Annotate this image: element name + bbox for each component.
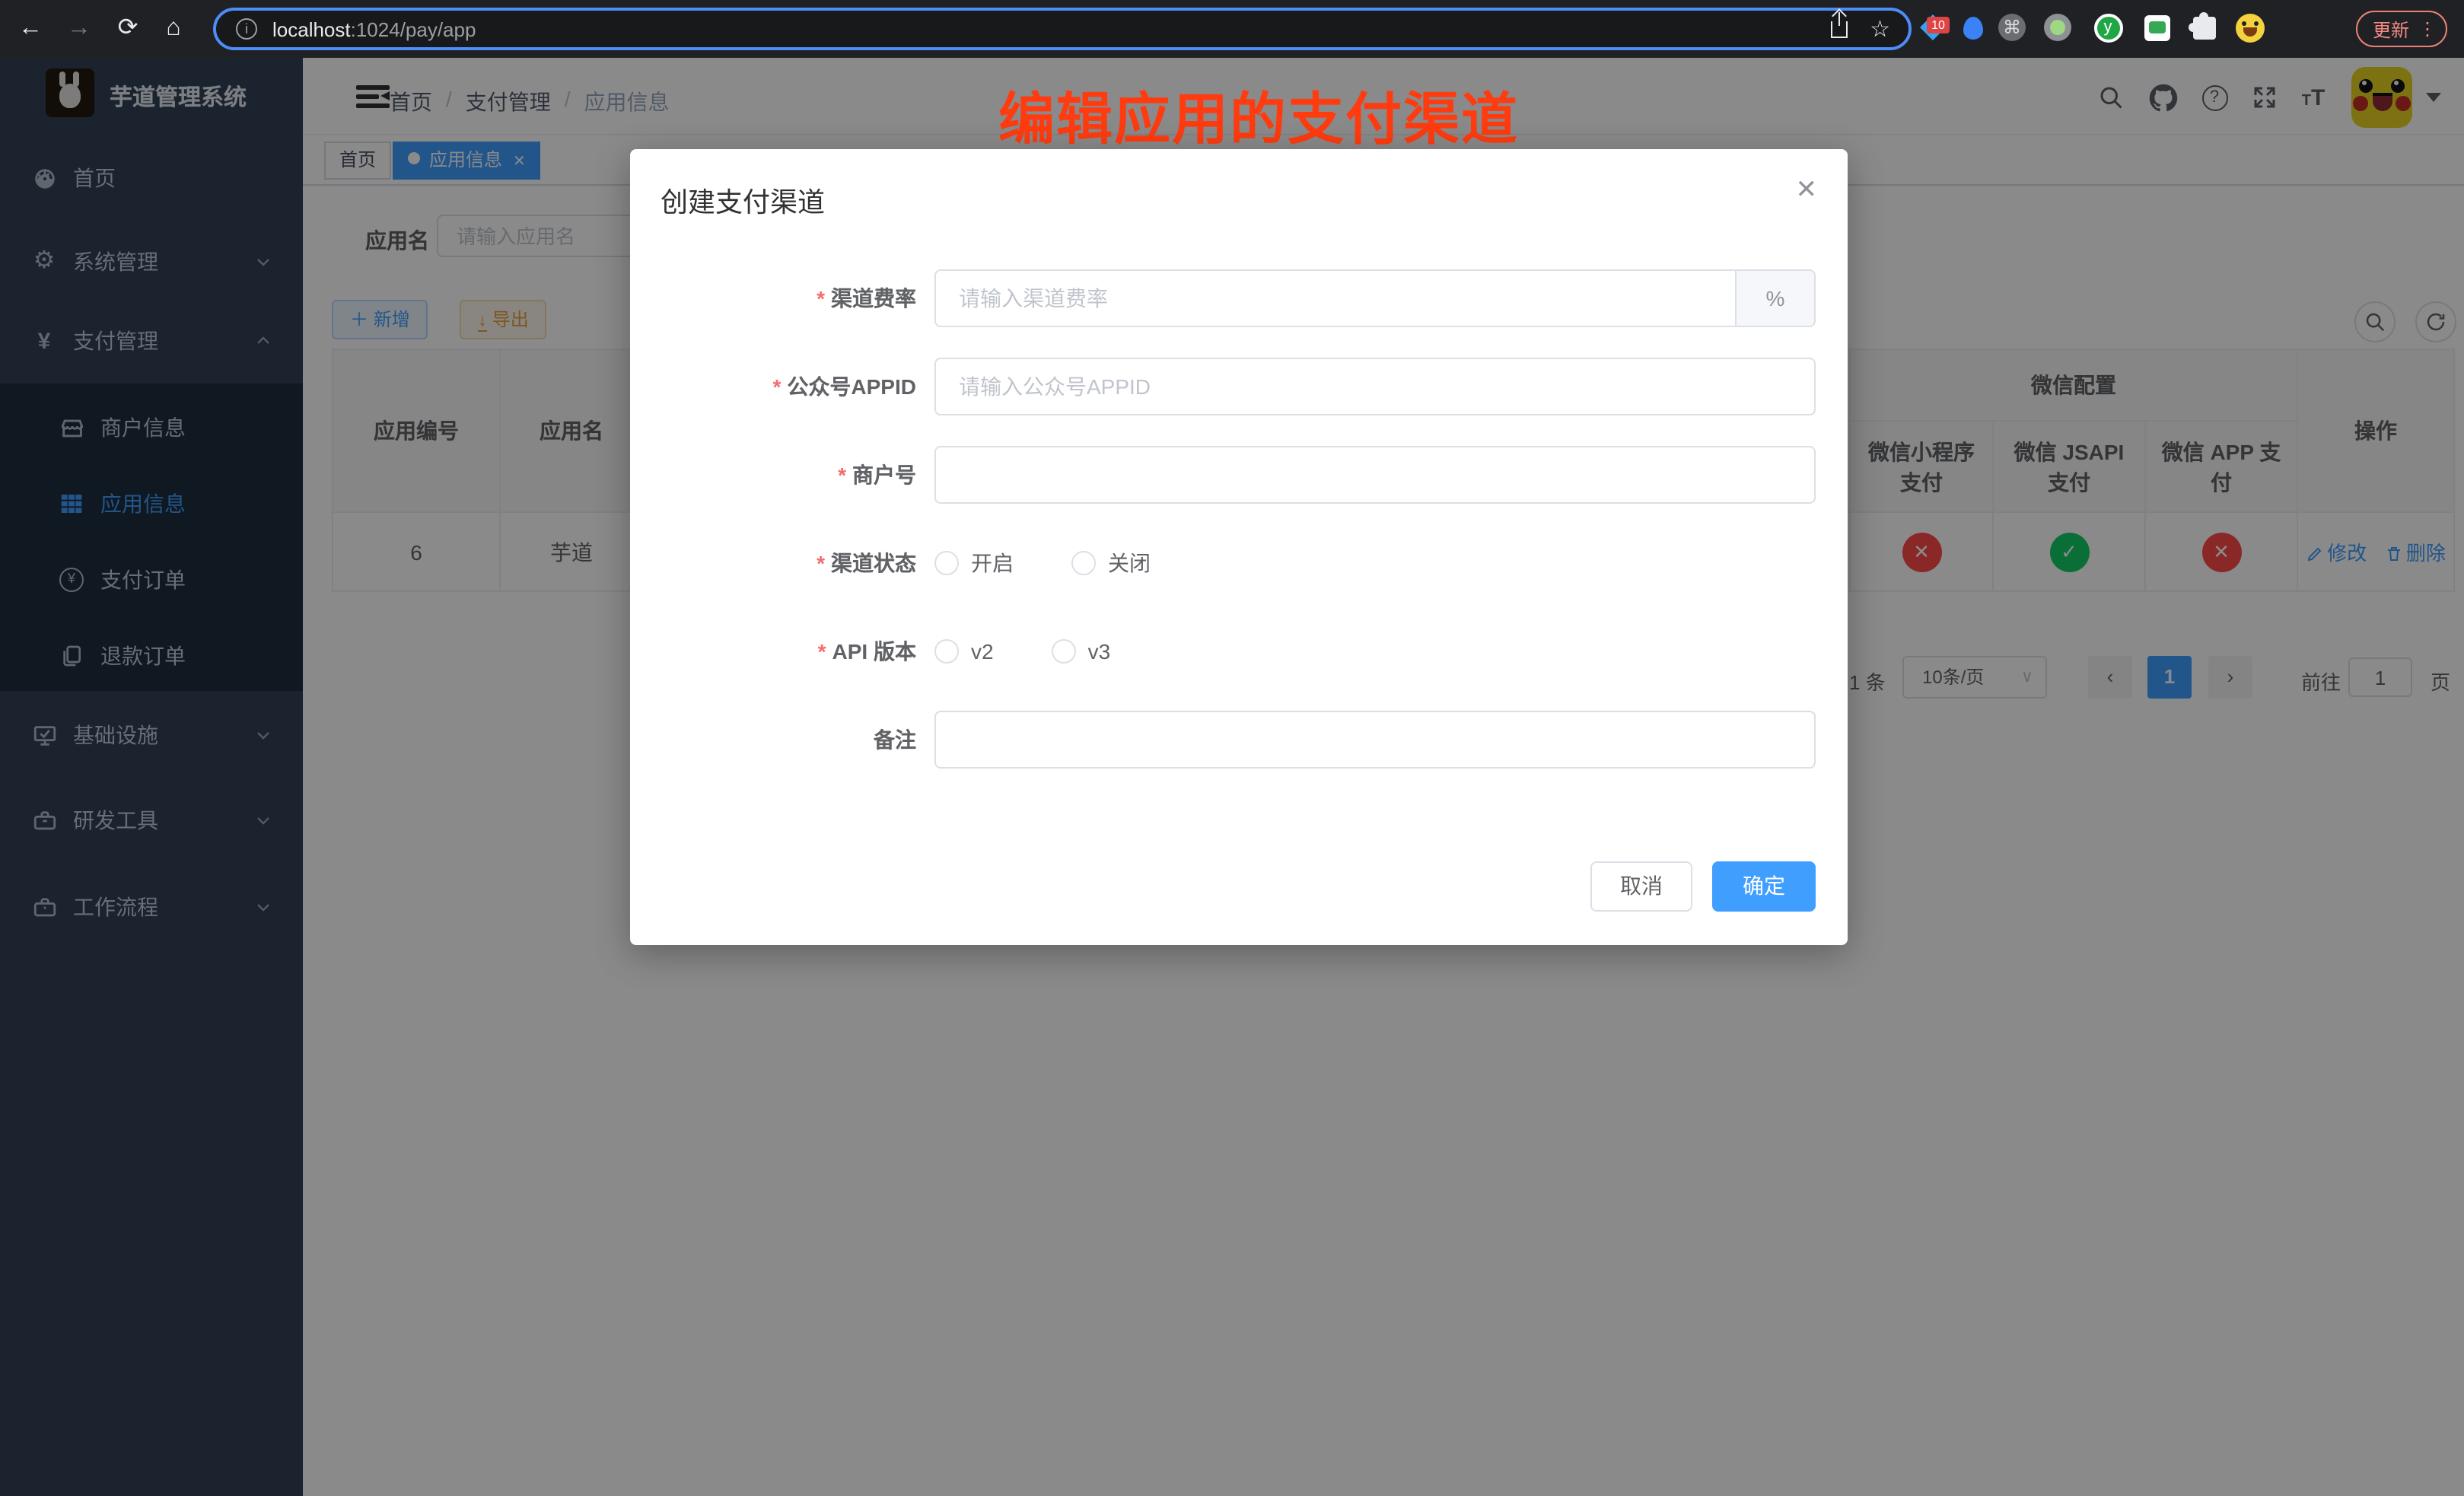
radio-v2[interactable] — [934, 639, 959, 664]
extension-command-icon[interactable]: ⌘ — [1997, 14, 2027, 44]
home-icon[interactable]: ⌂ — [158, 14, 189, 44]
radio-v3-label[interactable]: v3 — [1088, 639, 1111, 664]
extension-y-icon[interactable]: y — [2093, 14, 2123, 44]
rate-label: *渠道费率 — [630, 269, 934, 327]
required-asterisk: * — [838, 463, 846, 487]
appid-label: *公众号APPID — [630, 358, 934, 415]
share-icon[interactable] — [1831, 21, 1848, 38]
merchant-input[interactable] — [934, 446, 1816, 504]
extension-balloon-icon[interactable] — [1957, 14, 1988, 44]
bookmark-star-icon[interactable]: ☆ — [1870, 15, 1890, 43]
confirm-button[interactable]: 确定 — [1712, 861, 1816, 912]
dialog-title: 创建支付渠道 — [661, 181, 825, 221]
radio-closed-label[interactable]: 关闭 — [1108, 548, 1151, 578]
radio-v2-label[interactable]: v2 — [971, 639, 994, 664]
required-asterisk: * — [773, 374, 782, 399]
remark-label: 备注 — [630, 711, 934, 769]
required-asterisk: * — [818, 639, 826, 664]
merchant-label: *商户号 — [630, 446, 934, 504]
close-icon[interactable]: ✕ — [1796, 175, 1818, 205]
required-asterisk: * — [817, 551, 825, 575]
extension-chat-icon[interactable] — [2141, 14, 2172, 44]
reload-icon[interactable]: ⟳ — [113, 14, 143, 44]
page-root: ← → ⟳ ⌂ i localhost:1024/pay/app ☆ 10 ⌘ … — [0, 0, 2464, 1496]
site-info-icon[interactable]: i — [236, 18, 257, 40]
api-version-label: *API 版本 — [630, 622, 934, 680]
rate-input[interactable] — [934, 269, 1737, 327]
update-label: 更新 — [2373, 16, 2409, 42]
radio-open-label[interactable]: 开启 — [971, 548, 1014, 578]
forward-icon[interactable]: → — [64, 14, 94, 44]
percent-suffix: % — [1737, 269, 1816, 327]
remark-input[interactable] — [934, 711, 1816, 769]
status-label: *渠道状态 — [630, 534, 934, 592]
address-bar[interactable]: i localhost:1024/pay/app ☆ — [213, 8, 1912, 50]
url-path: :1024/pay/app — [351, 18, 476, 40]
radio-closed[interactable] — [1071, 551, 1096, 575]
cancel-button[interactable]: 取消 — [1590, 861, 1692, 912]
annotation-text: 编辑应用的支付渠道 — [998, 73, 1519, 155]
extension-badge: 10 — [1927, 17, 1950, 33]
required-asterisk: * — [817, 286, 825, 310]
appid-input[interactable] — [934, 358, 1816, 415]
radio-v3[interactable] — [1052, 639, 1076, 664]
back-icon[interactable]: ← — [15, 14, 46, 44]
profile-emoji-icon[interactable] — [2234, 14, 2265, 44]
extension-dot-icon[interactable] — [2042, 14, 2073, 44]
chrome-update-button[interactable]: 更新 ⋮ — [2356, 11, 2447, 47]
create-pay-channel-dialog: 创建支付渠道 ✕ *渠道费率 % *公众号APPID *商户号 *渠道状态 开启 — [630, 149, 1848, 945]
kebab-menu-icon[interactable]: ⋮ — [2418, 18, 2437, 40]
url-host: localhost — [272, 18, 351, 40]
browser-toolbar: ← → ⟳ ⌂ i localhost:1024/pay/app ☆ 10 ⌘ … — [0, 0, 2464, 58]
extensions-puzzle-icon[interactable] — [2189, 14, 2219, 44]
radio-open[interactable] — [934, 551, 959, 575]
